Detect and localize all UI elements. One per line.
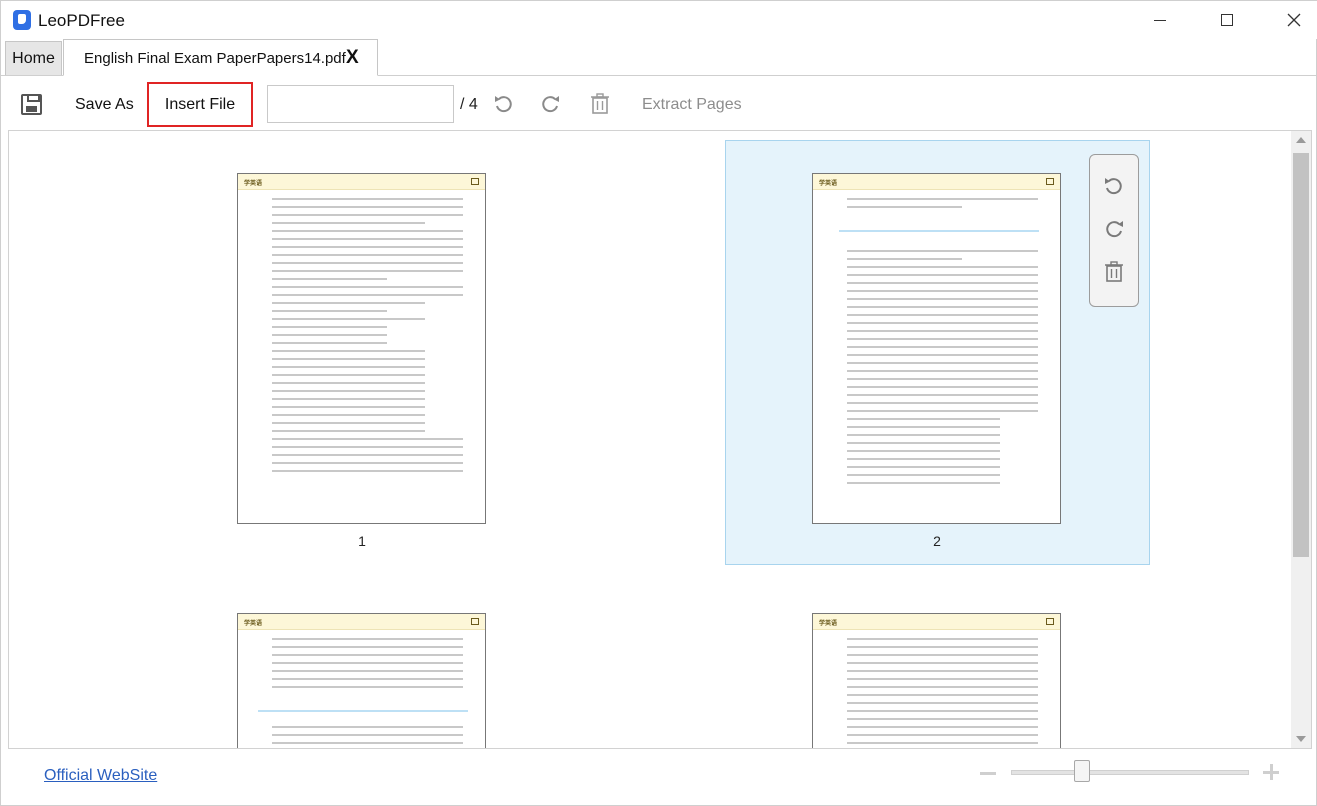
title-bar: LeoPDFree [1,1,1317,39]
close-icon [1287,13,1301,27]
zoom-slider-track[interactable] [1011,770,1249,775]
vertical-scrollbar[interactable] [1291,131,1311,748]
zoom-slider-thumb[interactable] [1074,760,1090,782]
page-text-lines [847,638,1038,748]
page-total: / 4 [460,96,478,113]
app-logo-icon [13,10,31,30]
insert-file-button[interactable]: Insert File [147,82,253,127]
page-number-input[interactable] [267,85,454,123]
page-rotate-left-icon[interactable] [1103,175,1125,197]
tab-home[interactable]: Home [5,41,62,75]
page-header-logo: 学英语 [819,621,838,627]
minimize-button[interactable] [1137,1,1183,39]
section-divider [258,710,468,712]
save-icon[interactable] [21,94,42,115]
page-number-label: 1 [358,533,366,549]
app-window: LeoPDFree Home English Final Exam PaperP… [0,0,1317,806]
page-text-lines [272,726,463,748]
save-as-button[interactable]: Save As [75,96,134,114]
page-thumbnail-4[interactable]: 学英语 [812,613,1061,748]
page-header-logo: 学英语 [819,181,838,187]
scroll-up-arrow-icon[interactable] [1296,137,1306,143]
page-actions-panel [1089,154,1139,307]
page-header-badge-icon [1046,618,1054,625]
rotate-left-icon[interactable] [493,93,515,115]
rotate-right-icon[interactable] [539,93,561,115]
window-close-button[interactable] [1271,1,1317,39]
tab-bar: Home English Final Exam PaperPapers14.pd… [1,39,1317,76]
tab-close-button[interactable]: X [346,47,359,69]
page-delete-icon[interactable] [1103,261,1125,283]
page-thumbnails-area: 学英语 1 学英语 2 学英语 学英语 [8,130,1312,749]
page-header: 学英语 [238,174,485,190]
page-header-logo: 学英语 [244,621,263,627]
app-title: LeoPDFree [38,11,125,30]
section-divider [839,230,1039,232]
scrollbar-thumb[interactable] [1293,153,1309,557]
page-header: 学英语 [813,174,1060,190]
tab-document-label: English Final Exam PaperPapers14.pdf [84,50,346,67]
page-text-lines [272,198,463,478]
page-text-lines [272,638,463,694]
page-thumbnail-1[interactable]: 学英语 [237,173,486,524]
footer-bar: Official WebSite [1,751,1317,806]
page-header-badge-icon [471,178,479,185]
page-header: 学英语 [813,614,1060,630]
zoom-out-icon[interactable] [980,772,996,775]
scroll-down-arrow-icon[interactable] [1296,736,1306,742]
maximize-icon [1221,14,1233,26]
zoom-in-icon[interactable] [1263,764,1279,780]
page-header-badge-icon [471,618,479,625]
official-website-link[interactable]: Official WebSite [44,767,157,785]
page-header: 学英语 [238,614,485,630]
page-header-logo: 学英语 [244,181,263,187]
page-thumbnail-3[interactable]: 学英语 [237,613,486,748]
page-text-lines [847,198,1038,214]
page-text-lines [847,250,1038,490]
page-thumbnail-2[interactable]: 学英语 [812,173,1061,524]
page-rotate-right-icon[interactable] [1103,218,1125,240]
toolbar: Save As Insert File / 4 Extract Pages [1,77,1317,129]
tab-document[interactable]: English Final Exam PaperPapers14.pdf X [63,39,378,76]
page-header-badge-icon [1046,178,1054,185]
page-number-label: 2 [933,533,941,549]
delete-icon[interactable] [590,93,610,115]
minimize-icon [1154,19,1166,21]
extract-pages-button[interactable]: Extract Pages [642,96,742,114]
maximize-button[interactable] [1204,1,1250,39]
